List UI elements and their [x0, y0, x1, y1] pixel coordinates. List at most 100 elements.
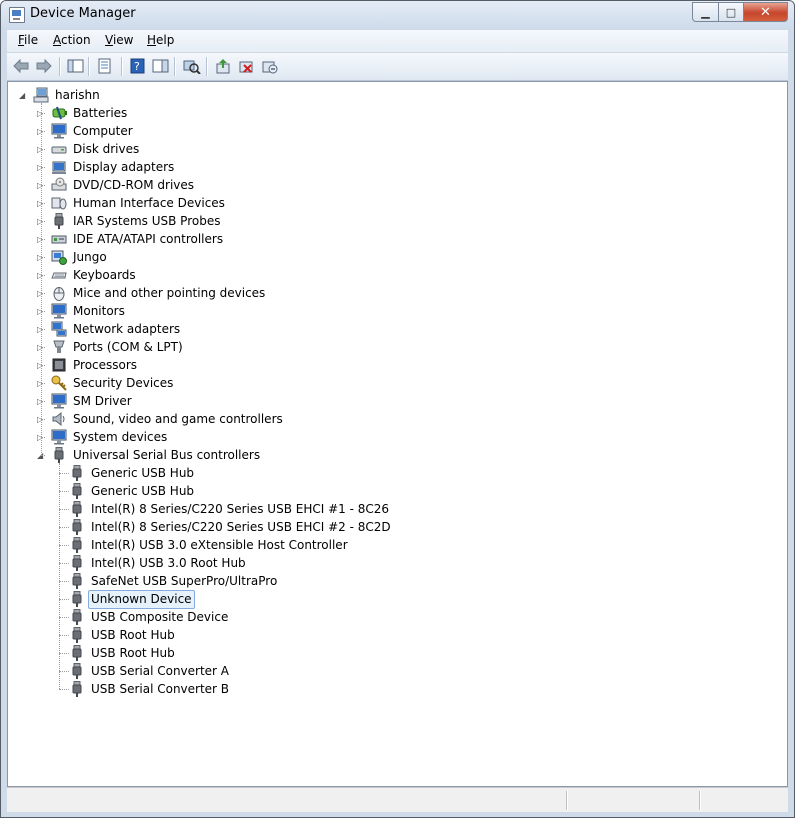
disable-button[interactable]: [261, 58, 279, 74]
tree-node-label: Disk drives: [73, 142, 140, 156]
back-button[interactable]: [13, 58, 31, 74]
close-button[interactable]: ✕: [744, 2, 788, 22]
uninstall-button[interactable]: [238, 58, 256, 74]
title-bar[interactable]: Device Manager ▁ □ ✕: [1, 1, 794, 30]
tree-node-label: Network adapters: [73, 322, 181, 336]
tree-category[interactable]: ◢ Universal Serial Bus controllers: [36, 447, 736, 464]
usb-plug-icon: [69, 483, 85, 499]
window-title: Device Manager: [30, 6, 136, 21]
tree-node-label: SafeNet USB SuperPro/UltraPro: [91, 574, 278, 588]
tree-category[interactable]: ▷ DVD/CD-ROM drives: [36, 177, 736, 194]
properties-button[interactable]: [96, 58, 114, 74]
menu-file[interactable]: File: [18, 33, 38, 47]
scan-hardware-icon: [183, 60, 201, 75]
tree-device[interactable]: Intel(R) 8 Series/C220 Series USB EHCI #…: [54, 519, 754, 536]
tree-category[interactable]: ▷ Sound, video and game controllers: [36, 411, 736, 428]
menu-help[interactable]: Help: [147, 33, 174, 47]
tree-node-label: IAR Systems USB Probes: [73, 214, 221, 228]
dvd-drive-icon: [51, 177, 67, 193]
show-hide-console-tree-button[interactable]: [67, 58, 85, 74]
minimize-icon: ▁: [701, 5, 710, 19]
status-bar-divider: [566, 791, 568, 810]
menu-accelerator: A: [53, 33, 61, 47]
tree-node-label: IDE ATA/ATAPI controllers: [73, 232, 224, 246]
update-driver-button[interactable]: [215, 58, 233, 74]
usb-plug-icon: [51, 447, 67, 463]
tree-connector: [41, 311, 45, 312]
tree-category[interactable]: ▷ Network adapters: [36, 321, 736, 338]
tree-device[interactable]: Unknown Device: [54, 590, 754, 609]
tree-category[interactable]: ▷ Computer: [36, 123, 736, 140]
tree-node-label: Keyboards: [73, 268, 136, 282]
tree-category[interactable]: ▷ IDE ATA/ATAPI controllers: [36, 231, 736, 248]
tree-node-label: Security Devices: [73, 376, 174, 390]
computer-root-icon: [33, 87, 49, 103]
tree-category[interactable]: ▷ Human Interface Devices: [36, 195, 736, 212]
tree-category[interactable]: ▷ Security Devices: [36, 375, 736, 392]
minimize-button[interactable]: ▁: [692, 2, 719, 22]
tree-category[interactable]: ▷ System devices: [36, 429, 736, 446]
tree-category[interactable]: ▷ SM Driver: [36, 393, 736, 410]
usb-plug-icon: [69, 519, 85, 535]
tree-category[interactable]: ▷ Mice and other pointing devices: [36, 285, 736, 302]
tree-device[interactable]: USB Serial Converter B: [54, 681, 754, 698]
forward-button[interactable]: [36, 58, 54, 74]
tree-device[interactable]: USB Composite Device: [54, 609, 754, 626]
toolbar-separator: [174, 57, 176, 76]
tree-category[interactable]: ▷ Disk drives: [36, 141, 736, 158]
device-tree[interactable]: ◢ harishn ▷ Batteries ▷ Computer ▷ Disk drives ▷…: [7, 81, 788, 787]
tree-category[interactable]: ▷ Monitors: [36, 303, 736, 320]
tree-connector: [59, 635, 69, 636]
update-driver-icon: [216, 59, 230, 74]
menu-accelerator: H: [147, 33, 157, 47]
network-icon: [51, 321, 67, 337]
tree-device[interactable]: Generic USB Hub: [54, 465, 754, 482]
tree-device[interactable]: SafeNet USB SuperPro/UltraPro: [54, 573, 754, 590]
menu-action[interactable]: Action: [53, 33, 91, 47]
tree-connector: [41, 275, 45, 276]
maximize-button[interactable]: □: [719, 2, 744, 22]
tree-connector: [59, 463, 60, 689]
tree-device[interactable]: Intel(R) 8 Series/C220 Series USB EHCI #…: [54, 501, 754, 518]
tree-connector: [41, 293, 45, 294]
usb-plug-icon: [69, 537, 85, 553]
menu-view[interactable]: View: [105, 33, 133, 47]
tree-node-label: Generic USB Hub: [91, 466, 195, 480]
collapse-arrow-icon[interactable]: ◢: [19, 91, 28, 100]
tree-node-label: harishn: [55, 88, 100, 102]
toolbar-separator: [121, 57, 123, 76]
show-hide-console-tree-icon: [67, 59, 84, 73]
tree-category[interactable]: ▷ IAR Systems USB Probes: [36, 213, 736, 230]
tree-node-label: USB Composite Device: [91, 610, 229, 624]
tree-device[interactable]: USB Serial Converter A: [54, 663, 754, 680]
help-button[interactable]: ?: [129, 58, 147, 74]
tree-node-label: DVD/CD-ROM drives: [73, 178, 195, 192]
tree-device[interactable]: Intel(R) USB 3.0 eXtensible Host Control…: [54, 537, 754, 554]
tree-connector: [59, 689, 69, 690]
tree-node-label: USB Root Hub: [91, 628, 175, 642]
tree-category[interactable]: ▷ Jungo: [36, 249, 736, 266]
tree-device[interactable]: USB Root Hub: [54, 627, 754, 644]
tree-device[interactable]: Generic USB Hub: [54, 483, 754, 500]
tree-connector: [59, 509, 69, 510]
tree-node-label: Monitors: [73, 304, 125, 318]
device-manager-app-icon[interactable]: [9, 7, 25, 23]
scan-hardware-button[interactable]: [183, 58, 201, 75]
tree-category[interactable]: ▷ Keyboards: [36, 267, 736, 284]
tree-device[interactable]: Intel(R) USB 3.0 Root Hub: [54, 555, 754, 572]
tree-connector: [59, 473, 69, 474]
tree-category[interactable]: ▷ Ports (COM & LPT): [36, 339, 736, 356]
tree-root[interactable]: ◢ harishn: [18, 87, 718, 104]
tree-category[interactable]: ▷ Processors: [36, 357, 736, 374]
monitor-icon: [51, 429, 67, 445]
tree-category[interactable]: ▷ Display adapters: [36, 159, 736, 176]
usb-plug-icon: [69, 501, 85, 517]
tree-node-label: Universal Serial Bus controllers: [73, 448, 261, 462]
tree-category[interactable]: ▷ Batteries: [36, 105, 736, 122]
display-adapter-icon: [51, 159, 67, 175]
tree-connector: [41, 113, 45, 114]
tree-device[interactable]: USB Root Hub: [54, 645, 754, 662]
ide-controller-icon: [51, 231, 67, 247]
show-action-pane-button[interactable]: [152, 58, 170, 74]
tree-node-label: Intel(R) USB 3.0 Root Hub: [91, 556, 246, 570]
